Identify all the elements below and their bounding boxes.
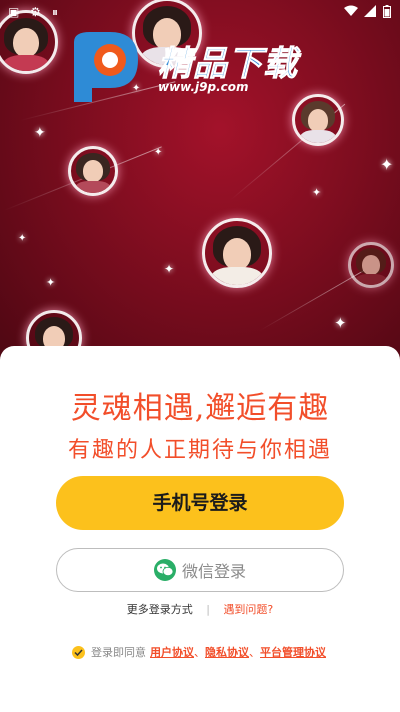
- logo-url: www.j9p.com: [158, 80, 249, 94]
- agreement-separator: 、: [249, 646, 260, 659]
- logo-title: 精品下载: [158, 44, 298, 85]
- sparkle-icon: ✦: [34, 125, 46, 141]
- settings-icon: ⚙: [30, 5, 41, 19]
- logo-p-icon: [74, 32, 138, 102]
- more-options-row: 更多登录方式 | 遇到问题?: [0, 601, 400, 617]
- battery-icon: [383, 5, 391, 21]
- sparkle-icon: ✦: [380, 155, 394, 174]
- avatar: [202, 218, 272, 288]
- separator: |: [206, 603, 210, 616]
- platform-agreement-link[interactable]: 平台管理协议: [260, 644, 326, 660]
- wechat-login-label: 微信登录: [181, 562, 246, 581]
- wechat-login-button[interactable]: 微信登录: [56, 548, 344, 592]
- sparkle-icon: ✦: [312, 186, 322, 199]
- user-agreement-link[interactable]: 用户协议: [150, 644, 194, 660]
- sparkle-icon: ✦: [154, 147, 163, 158]
- problem-link[interactable]: 遇到问题?: [223, 603, 273, 616]
- wifi-icon: [344, 5, 358, 20]
- gallery-icon: ▣: [8, 5, 20, 19]
- headline-title: 灵魂相遇,邂逅有趣: [70, 391, 330, 426]
- agreement-row: 登录即同意 用户协议 、 隐私协议 、 平台管理协议: [72, 644, 326, 660]
- sparkle-icon: ✦: [164, 262, 175, 276]
- wechat-icon: [153, 559, 176, 581]
- avatar: [68, 146, 118, 196]
- signal-icon: [364, 5, 376, 20]
- light-streak: [259, 270, 365, 331]
- more-login-link[interactable]: 更多登录方式: [127, 603, 193, 616]
- agreement-prefix: 登录即同意: [91, 646, 146, 659]
- brand-logo: 精品下载 www.j9p.com: [70, 28, 330, 108]
- pause-icon: ⏸: [52, 5, 59, 19]
- sparkle-icon: ✦: [46, 276, 56, 289]
- status-bar: ▣ ⚙ ⏸: [0, 0, 400, 24]
- privacy-agreement-link[interactable]: 隐私协议: [205, 644, 249, 660]
- agreement-separator: 、: [194, 646, 205, 659]
- sparkle-icon: ✦: [18, 233, 27, 244]
- phone-login-button[interactable]: 手机号登录: [56, 476, 344, 530]
- agree-checkbox-icon[interactable]: [72, 645, 85, 659]
- sparkle-icon: ✦: [334, 314, 347, 332]
- headline-subtitle: 有趣的人正期待与你相遇: [67, 438, 332, 463]
- avatar: [348, 242, 394, 288]
